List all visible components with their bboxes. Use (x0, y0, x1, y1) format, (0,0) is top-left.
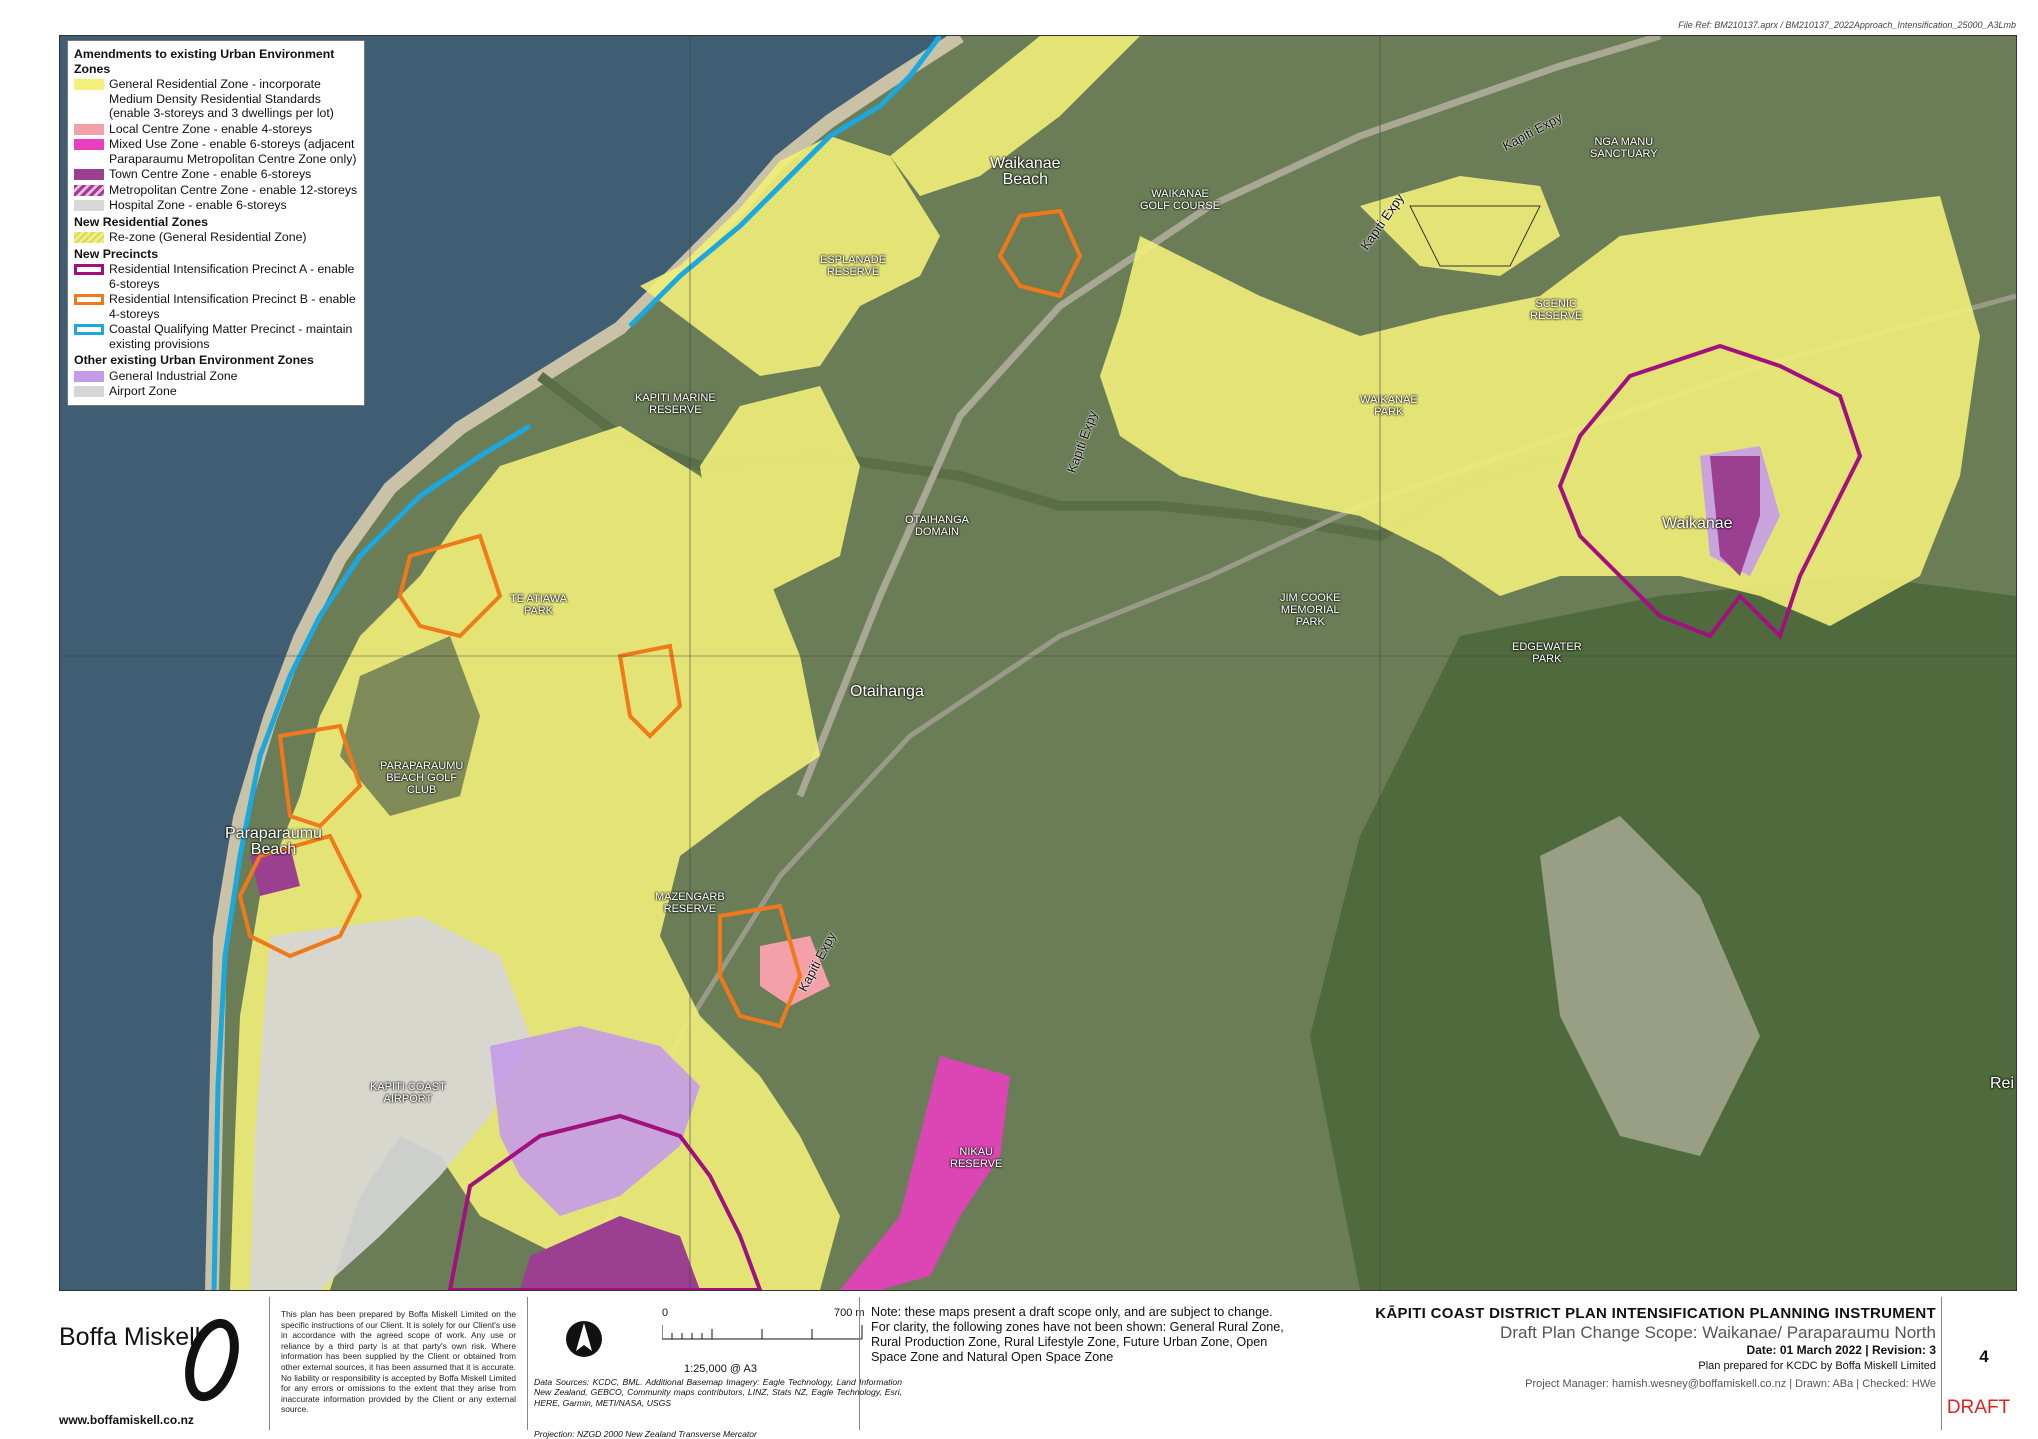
legend-swatch (74, 324, 104, 335)
label-mazengarb: MAZENGARB RESERVE (655, 891, 725, 915)
legend-swatch (74, 264, 104, 275)
legend-swatch (74, 200, 104, 211)
data-sources: Data Sources: KCDC, BML. Additional Base… (534, 1377, 902, 1408)
label-waikanae: Waikanae (1662, 515, 1733, 532)
company-logo: Boffa Miskell www.boffamiskell.co.nz (59, 1297, 269, 1430)
legend-swatch (74, 169, 104, 180)
map-legend: Amendments to existing Urban Environment… (67, 40, 365, 406)
legend-swatch (74, 139, 104, 150)
label-otaihanga: Otaihanga (850, 683, 924, 700)
legend-label: General Residential Zone - incorporate M… (109, 77, 334, 120)
label-nga-manu: NGA MANU SANCTUARY (1590, 136, 1658, 160)
date-revision: Date: 01 March 2022 | Revision: 3 (1746, 1343, 1936, 1357)
label-rei: Rei (1990, 1075, 2015, 1092)
prepared-by: Plan prepared for KCDC by Boffa Miskell … (1698, 1360, 1936, 1372)
legend-swatch (74, 184, 104, 196)
legend-item: General Industrial Zone (74, 369, 358, 384)
label-scenic-reserve: SCENIC RESERVE (1530, 298, 1583, 322)
label-paraparaumu-beach: Paraparaumu Beach (225, 825, 322, 858)
disclaimer-text: This plan has been prepared by Boffa Mis… (281, 1309, 516, 1415)
draft-stamp: DRAFT (1946, 1397, 2011, 1418)
legend-label: Residential Intensification Precinct A -… (109, 262, 355, 291)
legend-label: Airport Zone (109, 384, 177, 398)
scale-ratio: 1:25,000 @ A3 (684, 1363, 757, 1375)
legend-label: Coastal Qualifying Matter Precinct - mai… (109, 322, 353, 351)
divider (527, 1297, 528, 1430)
north-arrow-icon (566, 1321, 602, 1357)
legend-item: Re-zone (General Residential Zone) (74, 230, 358, 245)
label-nikau-reserve: NIKAU RESERVE (950, 1146, 1003, 1170)
legend-item: Mixed Use Zone - enable 6-storeys (adjac… (74, 137, 358, 166)
scale-zero: 0 (662, 1307, 669, 1319)
label-waikanae-golf: WAIKANAE GOLF COURSE (1140, 188, 1221, 212)
legend-item: Airport Zone (74, 384, 358, 399)
legend-heading-precincts: New Precincts (74, 246, 159, 261)
legend-item: Residential Intensification Precinct B -… (74, 292, 358, 321)
label-kapiti-airport: KAPITI COAST AIRPORT (370, 1081, 446, 1105)
legend-item: Coastal Qualifying Matter Precinct - mai… (74, 322, 358, 351)
legend-heading-amendments: Amendments to existing Urban Environment… (74, 47, 335, 76)
legend-swatch (74, 294, 104, 305)
legend-label: Metropolitan Centre Zone - enable 12-sto… (109, 182, 358, 197)
legend-swatch (74, 370, 104, 382)
scale-and-sources: 0 700 m 1:25,000 @ A3 Data Sources: KCDC… (534, 1307, 904, 1439)
label-esplanade-reserve: ESPLANADE RESERVE (820, 254, 887, 278)
label-otaihanga-domain: OTAIHANGA DOMAIN (905, 514, 969, 538)
legend-swatch (74, 79, 104, 90)
legend-label: Mixed Use Zone - enable 6-storeys (adjac… (109, 137, 357, 166)
legend-swatch (74, 386, 104, 397)
legend-label: Residential Intensification Precinct B -… (109, 292, 356, 321)
legend-label: General Industrial Zone (109, 368, 238, 383)
label-edgewater: EDGEWATER PARK (1512, 641, 1582, 665)
legend-heading-other: Other existing Urban Environment Zones (74, 353, 314, 367)
legend-item: Residential Intensification Precinct A -… (74, 262, 358, 291)
legend-item: Hospital Zone - enable 6-storeys (74, 198, 358, 213)
legend-label: Hospital Zone - enable 6-storeys (109, 198, 287, 212)
legend-item: Local Centre Zone - enable 4-storeys (74, 122, 358, 137)
file-reference: File Ref: BM210137.aprx / BM210137_2022A… (1678, 20, 2016, 30)
legend-label: Local Centre Zone - enable 4-storeys (109, 121, 313, 136)
label-paraparaumu-golf: PARAPARAUMU BEACH GOLF CLUB (380, 760, 464, 796)
legend-swatch (74, 123, 104, 135)
scope-note: Note: these maps present a draft scope o… (871, 1305, 1284, 1364)
legend-label: Re-zone (General Residential Zone) (109, 230, 307, 244)
projection-text: Projection: NZGD 2000 New Zealand Transv… (534, 1429, 757, 1439)
plan-title-block: KĀPITI COAST DISTRICT PLAN INTENSIFICATI… (1304, 1305, 1936, 1390)
label-te-atiawa: TE ATIAWA PARK (510, 593, 568, 617)
legend-label: Town Centre Zone - enable 6-storeys (109, 167, 312, 181)
logo-url[interactable]: www.boffamiskell.co.nz (59, 1413, 194, 1427)
title-block: Boffa Miskell www.boffamiskell.co.nz Thi… (59, 1297, 2015, 1439)
divider (859, 1297, 860, 1430)
legend-item: Metropolitan Centre Zone - enable 12-sto… (74, 183, 358, 198)
scale-bar (662, 1325, 863, 1340)
plan-subtitle: Draft Plan Change Scope: Waikanae/ Parap… (1500, 1323, 1936, 1342)
legend-item: General Residential Zone - incorporate M… (74, 77, 358, 121)
label-jim-cooke: JIM COOKE MEMORIAL PARK (1280, 592, 1341, 628)
plan-title: KĀPITI COAST DISTRICT PLAN INTENSIFICATI… (1375, 1305, 1936, 1322)
label-waikanae-beach: Waikanae Beach (990, 155, 1061, 188)
label-kapiti-marine: KAPITI MARINE RESERVE (635, 392, 716, 416)
divider (269, 1297, 270, 1430)
legend-item: Town Centre Zone - enable 6-storeys (74, 167, 358, 182)
label-waikanae-park: WAIKANAE PARK (1360, 394, 1418, 418)
legend-heading-new-residential: New Residential Zones (74, 214, 208, 229)
legend-swatch (74, 232, 104, 243)
logo-mark-icon (185, 1318, 239, 1402)
page-number: 4 (1979, 1347, 1989, 1366)
project-manager: Project Manager: hamish.wesney@boffamisk… (1525, 1378, 1936, 1390)
